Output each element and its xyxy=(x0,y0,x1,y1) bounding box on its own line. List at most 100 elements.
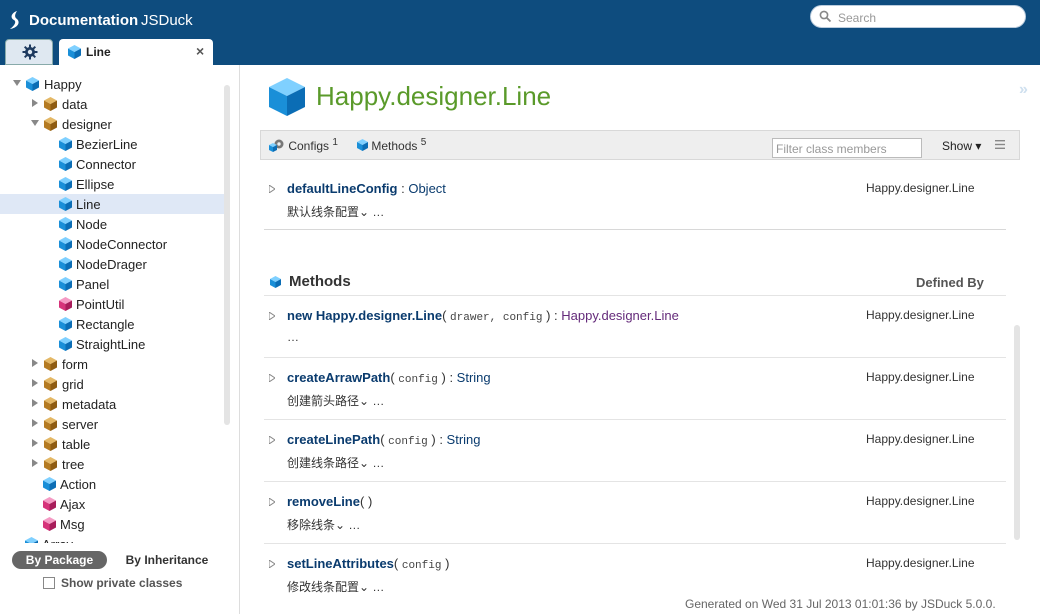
tab-line[interactable]: Line × xyxy=(59,39,213,65)
collapse-arrow-icon[interactable] xyxy=(13,79,21,87)
app-title[interactable]: Documentation xyxy=(29,12,138,29)
method-name[interactable]: Happy.designer.Line xyxy=(316,308,442,323)
collapse-arrow-icon[interactable] xyxy=(31,119,39,127)
main-scrollbar[interactable] xyxy=(1014,325,1020,540)
expand-arrow-icon[interactable] xyxy=(269,498,275,506)
tree-node-label: Rectangle xyxy=(76,317,135,332)
tree-node-happy[interactable]: Happy xyxy=(0,74,225,94)
tree-node-server[interactable]: server xyxy=(0,414,225,434)
show-menu-button[interactable]: Show ▾ xyxy=(942,139,981,153)
tree-node-rectangle[interactable]: Rectangle xyxy=(0,314,225,334)
tree-node-designer[interactable]: designer xyxy=(0,114,225,134)
method-params: config xyxy=(388,436,428,448)
tree-node-bezierline[interactable]: BezierLine xyxy=(0,134,225,154)
class-cube-icon xyxy=(68,45,81,59)
member-signature: removeLine( ) xyxy=(287,494,373,509)
tree-node-grid[interactable]: grid xyxy=(0,374,225,394)
methods-menu-button[interactable]: Methods 5 xyxy=(357,137,426,153)
by-inheritance-button[interactable]: By Inheritance xyxy=(117,551,217,569)
method-name[interactable]: setLineAttributes xyxy=(287,556,394,571)
member-signature: defaultLineConfig : Object xyxy=(287,181,446,196)
expand-arrow-icon[interactable] xyxy=(31,379,39,387)
member-name[interactable]: defaultLineConfig xyxy=(287,181,398,196)
class-doc-panel: Happy.designer.Line Configs 1 Methods 5 … xyxy=(241,65,1040,614)
methods-icon xyxy=(357,139,368,151)
tree-node-array[interactable]: Array xyxy=(0,534,225,543)
singleton-icon xyxy=(43,517,56,531)
expand-arrow-icon[interactable] xyxy=(269,312,275,320)
filter-members-input[interactable]: Filter class members xyxy=(772,138,922,158)
search-input[interactable]: Search xyxy=(810,5,1026,28)
class-cube-icon xyxy=(59,237,72,251)
class-cube-icon xyxy=(59,137,72,151)
header-bar: Documentation JSDuck Search xyxy=(0,0,1040,38)
expand-arrow-icon[interactable] xyxy=(269,436,275,444)
search-placeholder: Search xyxy=(838,11,877,25)
tree-node-data[interactable]: data xyxy=(0,94,225,114)
class-cube-icon xyxy=(269,78,305,116)
tree-node-panel[interactable]: Panel xyxy=(0,274,225,294)
tree-node-msg[interactable]: Msg xyxy=(0,514,225,534)
tree-node-metadata[interactable]: metadata xyxy=(0,394,225,414)
member-signature: new Happy.designer.Line( drawer, config … xyxy=(287,308,679,324)
tree-node-action[interactable]: Action xyxy=(0,474,225,494)
search-icon xyxy=(819,10,832,23)
expand-all-icon[interactable] xyxy=(995,140,1005,149)
tree-node-connector[interactable]: Connector xyxy=(0,154,225,174)
member-short-doc: … xyxy=(287,330,299,344)
tree-node-label: tree xyxy=(62,457,85,472)
tree-node-nodeconnector[interactable]: NodeConnector xyxy=(0,234,225,254)
method-member[interactable]: createArrawPath( config ) : String Happy.… xyxy=(264,357,1006,419)
tree-node-label: designer xyxy=(62,117,112,132)
tree-node-line[interactable]: Line xyxy=(0,194,225,214)
tab-home[interactable] xyxy=(5,39,53,65)
expand-arrow-icon[interactable] xyxy=(31,419,39,427)
tree-node-node[interactable]: Node xyxy=(0,214,225,234)
method-return-type: Happy.designer.Line xyxy=(561,308,679,323)
type-separator: : xyxy=(397,181,409,196)
tree-node-label: form xyxy=(62,357,88,372)
tree-node-label: BezierLine xyxy=(76,137,138,152)
member-short-doc: 创建线条路径⌄ … xyxy=(287,456,385,470)
member-owner: Happy.designer.Line xyxy=(866,494,975,508)
method-member[interactable]: setLineAttributes( config ) Happy.designe… xyxy=(264,543,1006,605)
expand-arrow-icon[interactable] xyxy=(31,399,39,407)
tree-node-table[interactable]: table xyxy=(0,434,225,454)
by-package-button[interactable]: By Package xyxy=(12,551,107,569)
tree-node-straightline[interactable]: StraightLine xyxy=(0,334,225,354)
method-name[interactable]: removeLine xyxy=(287,494,360,509)
tree-node-nodedrager[interactable]: NodeDrager xyxy=(0,254,225,274)
method-params: drawer, config xyxy=(450,312,543,324)
configs-menu-button[interactable]: Configs 1 xyxy=(269,137,338,153)
expand-arrow-icon[interactable] xyxy=(269,185,275,193)
sidebar-scrollbar[interactable] xyxy=(224,85,230,425)
close-icon[interactable]: × xyxy=(196,43,204,59)
method-name[interactable]: createLinePath xyxy=(287,432,380,447)
expand-arrow-icon[interactable] xyxy=(31,359,39,367)
member-owner: Happy.designer.Line xyxy=(866,308,975,322)
section-divider xyxy=(264,229,1006,230)
class-cube-icon xyxy=(59,277,72,291)
tree-node-ellipse[interactable]: Ellipse xyxy=(0,174,225,194)
tree-node-label: Panel xyxy=(76,277,110,292)
expand-arrow-icon[interactable] xyxy=(269,374,275,382)
tree-node-pointutil[interactable]: PointUtil xyxy=(0,294,225,314)
member-short-doc: 移除线条⌄ … xyxy=(287,518,361,532)
package-icon xyxy=(44,97,57,111)
member-owner: Happy.designer.Line xyxy=(866,181,975,195)
tree-node-label: server xyxy=(62,417,99,432)
tree-node-tree[interactable]: tree xyxy=(0,454,225,474)
expand-arrow-icon[interactable] xyxy=(269,560,275,568)
tree-node-form[interactable]: form xyxy=(0,354,225,374)
method-member[interactable]: new Happy.designer.Line( drawer, config … xyxy=(264,295,1006,357)
method-name[interactable]: createArrawPath xyxy=(287,370,390,385)
method-member[interactable]: createLinePath( config ) : String Happy.d… xyxy=(264,419,1006,481)
method-member[interactable]: removeLine( ) Happy.designer.Line 移除线条⌄ … xyxy=(264,481,1006,543)
tree-node-label: Node xyxy=(76,217,108,232)
expand-arrow-icon[interactable] xyxy=(31,99,39,107)
config-member[interactable]: defaultLineConfig : Object Happy.designe… xyxy=(264,169,1006,231)
show-private-checkbox[interactable] xyxy=(43,577,55,589)
expand-arrow-icon[interactable] xyxy=(31,439,39,447)
tree-node-ajax[interactable]: Ajax xyxy=(0,494,225,514)
expand-arrow-icon[interactable] xyxy=(31,459,39,467)
